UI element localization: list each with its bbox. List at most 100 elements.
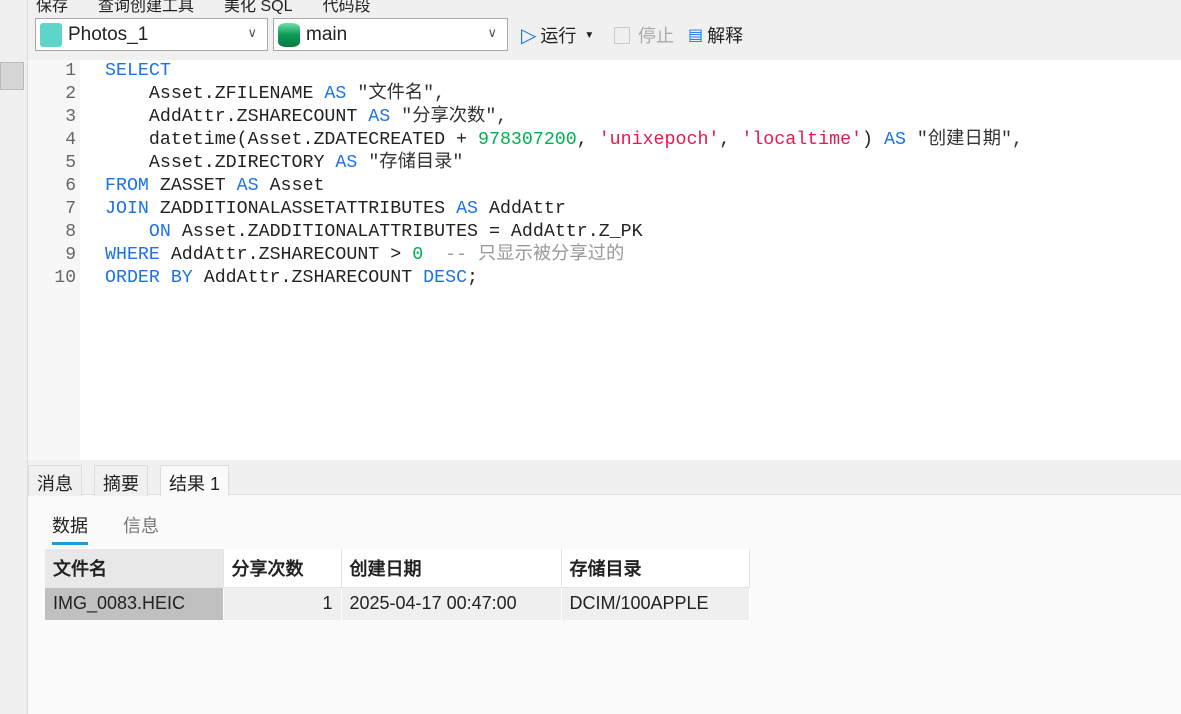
code-token: AddAttr.ZSHARECOUNT (105, 107, 369, 127)
line-number: 5 (65, 153, 76, 173)
table-cell[interactable]: DCIM/100APPLE (561, 587, 750, 620)
code-token: "文件名", (346, 84, 446, 104)
code-token: AS (324, 84, 347, 104)
query-builder-button[interactable]: 查询创建工具 (98, 0, 194, 16)
database-select[interactable]: main ∨ (273, 18, 508, 51)
table-cell[interactable]: 1 (223, 587, 342, 620)
code-token: AS (236, 176, 259, 196)
code-token: 'unixepoch' (598, 130, 720, 150)
database-value: main (306, 23, 348, 45)
code-token: JOIN (105, 199, 149, 219)
result-tabs: 消息 摘要 结果 1 (28, 460, 1181, 496)
line-number: 9 (65, 245, 76, 265)
code-token: Asset.ZADDITIONALATTRIBUTES = AddAttr.Z_… (170, 222, 643, 242)
code-token: 'localtime' (741, 130, 863, 150)
code-line: Asset.ZFILENAME AS "文件名", (105, 83, 1023, 106)
code-token: ON (148, 222, 171, 242)
database-icon (278, 22, 300, 47)
line-number: 1 (65, 61, 76, 81)
column-header[interactable]: 文件名 (45, 549, 224, 588)
code-line: datetime(Asset.ZDATECREATED + 978307200,… (105, 129, 1023, 152)
subtab-info[interactable]: 信息 (123, 512, 159, 538)
left-panel-strip (0, 0, 28, 714)
code-token: AS (883, 130, 906, 150)
table-cell[interactable]: 2025-04-17 00:47:00 (341, 587, 562, 620)
stop-button[interactable]: 停止 (614, 22, 674, 48)
code-token: FROM (105, 176, 149, 196)
code-line: SELECT (105, 60, 1023, 83)
code-token: "创建日期", (905, 130, 1023, 150)
code-token: ORDER BY (105, 268, 193, 288)
code-line: Asset.ZDIRECTORY AS "存储目录" (105, 152, 1023, 175)
code-token: ZADDITIONALASSETATTRIBUTES (148, 199, 457, 219)
line-number-gutter: 1 2 3 4 5 6 7 8 9 10 (28, 60, 80, 460)
code-line: WHERE AddAttr.ZSHARECOUNT > 0 -- 只显示被分享过… (105, 244, 1023, 267)
code-token: Asset.ZDIRECTORY (105, 153, 336, 173)
code-token: AddAttr.ZSHARECOUNT (192, 268, 424, 288)
line-number: 2 (65, 84, 76, 104)
code-token: AS (368, 107, 391, 127)
run-label: 运行 (540, 26, 577, 46)
panel-toggle[interactable] (0, 62, 24, 90)
code-token: AddAttr.ZSHARECOUNT > (159, 245, 413, 265)
stop-icon (614, 26, 630, 44)
results-panel: 消息 摘要 结果 1 数据 信息 文件名 分享次数 创建日期 存储目录 IMG_008… (28, 460, 1181, 714)
code-line: ORDER BY AddAttr.ZSHARECOUNT DESC; (105, 267, 1023, 290)
save-button[interactable]: 保存 (36, 0, 68, 16)
code-token: SELECT (105, 61, 171, 81)
toolbar: 保存 查询创建工具 美化 SQL 代码段 Photos_1 ∨ main ∨ ▷… (28, 0, 1181, 60)
code-token: Asset (258, 176, 325, 196)
connection-select[interactable]: Photos_1 ∨ (35, 18, 268, 51)
tab-result-1[interactable]: 结果 1 (160, 465, 230, 496)
chevron-down-icon: ∨ (487, 25, 497, 40)
subtab-data[interactable]: 数据 (52, 512, 88, 545)
column-header[interactable]: 分享次数 (223, 549, 342, 588)
code-line: ON Asset.ZADDITIONALATTRIBUTES = AddAttr… (105, 221, 1023, 244)
code-token: AS (456, 199, 479, 219)
play-icon: ▷ (521, 24, 537, 47)
dropdown-arrow-icon[interactable]: ▼ (584, 30, 594, 41)
line-number: 6 (65, 176, 76, 196)
code-token: -- 只显示被分享过的 (423, 245, 625, 265)
code-line: FROM ZASSET AS Asset (105, 175, 1023, 198)
line-number: 7 (65, 199, 76, 219)
code-token: ) (862, 130, 884, 150)
chevron-down-icon: ∨ (247, 25, 257, 40)
column-header[interactable]: 创建日期 (341, 549, 562, 588)
sql-code[interactable]: SELECT Asset.ZFILENAME AS "文件名", AddAttr… (105, 60, 1023, 290)
line-number: 10 (54, 268, 76, 288)
code-line: AddAttr.ZSHARECOUNT AS "分享次数", (105, 106, 1023, 129)
connection-value: Photos_1 (68, 23, 149, 45)
code-token: ; (467, 268, 479, 288)
code-line: JOIN ZADDITIONALASSETATTRIBUTES AS AddAt… (105, 198, 1023, 221)
line-number: 4 (65, 130, 76, 150)
line-number: 3 (65, 107, 76, 127)
sql-editor[interactable]: 1 2 3 4 5 6 7 8 9 10 SELECT Asset.ZFILENAME AS "文… (28, 60, 1181, 460)
sqlite-feather-icon (40, 22, 62, 47)
code-token: , (719, 130, 742, 150)
code-token: AddAttr (478, 199, 566, 219)
code-token: Asset.ZFILENAME (105, 84, 325, 104)
results-table: 文件名 分享次数 创建日期 存储目录 IMG_0083.HEIC 1 2025-04-17… (45, 549, 750, 620)
code-token: datetime(Asset.ZDATECREATED + (105, 130, 478, 150)
line-number: 8 (65, 222, 76, 242)
top-toolbar-row: 保存 查询创建工具 美化 SQL 代码段 (36, 0, 371, 16)
run-button[interactable]: ▷ 运行 ▼ (521, 22, 594, 48)
code-token: ZASSET (148, 176, 237, 196)
column-header[interactable]: 存储目录 (561, 549, 750, 588)
stop-label: 停止 (638, 26, 674, 46)
explain-tree-icon: ▤ (688, 27, 704, 44)
tab-summary[interactable]: 摘要 (94, 465, 148, 496)
table-cell[interactable]: IMG_0083.HEIC (45, 587, 224, 620)
code-token: 978307200 (478, 130, 577, 150)
table-row[interactable]: IMG_0083.HEIC 1 2025-04-17 00:47:00 DCIM/10… (45, 587, 750, 620)
snippets-button[interactable]: 代码段 (323, 0, 371, 16)
code-token: "分享次数", (390, 107, 508, 127)
code-token: , (576, 130, 599, 150)
code-token: AS (335, 153, 358, 173)
tab-messages[interactable]: 消息 (28, 465, 82, 496)
explain-button[interactable]: ▤ 解释 (688, 22, 743, 48)
beautify-sql-button[interactable]: 美化 SQL (224, 0, 292, 16)
explain-label: 解释 (707, 26, 744, 46)
